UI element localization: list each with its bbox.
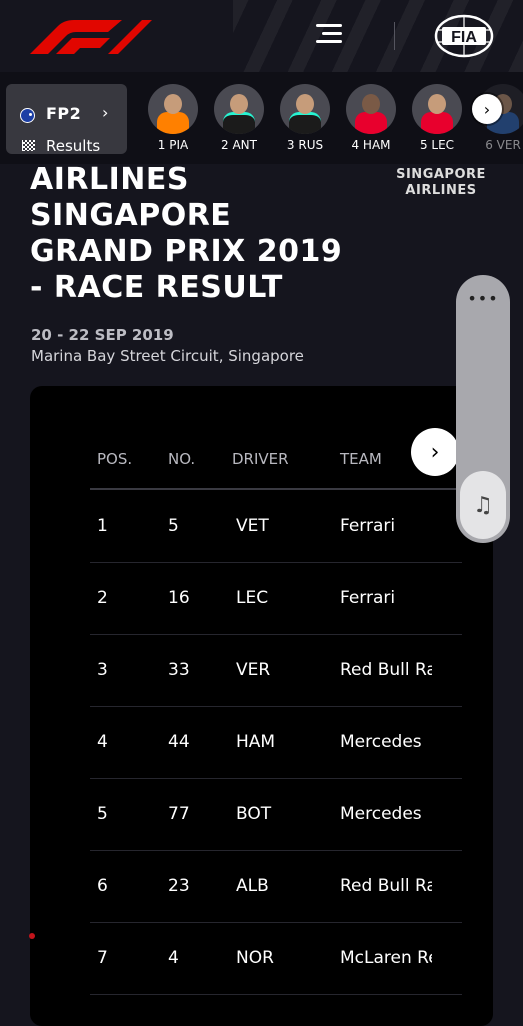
driver-avatar	[214, 84, 264, 134]
floating-toolbar[interactable]: ••• ♫	[456, 275, 510, 543]
session-selector[interactable]: FP2 › Results	[6, 84, 127, 155]
driver-standing-3[interactable]: 3 RUS	[279, 84, 331, 152]
table-row[interactable]: 5 77 BOT Mercedes	[90, 778, 462, 851]
cell-pos: 7	[97, 948, 108, 968]
fia-logo-text: FIA	[451, 29, 477, 46]
cell-pos: 3	[97, 660, 108, 680]
cell-driver: BOT	[236, 804, 272, 824]
cell-pos: 2	[97, 588, 108, 608]
driver-label: 1 PIA	[157, 138, 189, 152]
cell-no: 44	[168, 732, 190, 752]
cell-pos: 6	[97, 876, 108, 896]
cell-team: Red Bull Racing	[340, 876, 432, 896]
sponsor-logo: SINGAPORE AIRLINES	[388, 167, 494, 199]
driver-avatar	[280, 84, 330, 134]
driver-label: 6 VER	[485, 138, 521, 152]
driver-label: 5 LEC	[419, 138, 455, 152]
title-line: SINGAPORE	[30, 198, 232, 233]
driver-label: 4 HAM	[351, 138, 391, 152]
table-header: POS. NO. DRIVER TEAM	[90, 448, 462, 490]
circuit-name: Marina Bay Street Circuit, Singapore	[31, 347, 304, 365]
cell-team: Mercedes	[340, 804, 422, 824]
results-table: POS. NO. DRIVER TEAM 1 5 VET Ferrari 2 1…	[30, 386, 493, 1026]
cell-team: Mercedes	[340, 732, 422, 752]
cell-team: McLaren Renault	[340, 948, 432, 968]
header-team: TEAM	[340, 450, 382, 468]
australia-flag-icon	[20, 108, 35, 123]
cell-no: 16	[168, 588, 190, 608]
driver-avatar	[412, 84, 462, 134]
chequered-flag-icon	[22, 140, 35, 151]
driver-standing-4[interactable]: 4 HAM	[345, 84, 397, 152]
driver-standing-1[interactable]: 1 PIA	[147, 84, 199, 152]
event-dates: 20 - 22 SEP 2019	[31, 326, 174, 344]
cell-driver: VER	[236, 660, 271, 680]
table-row[interactable]: 2 16 LEC Ferrari	[90, 562, 462, 635]
table-row[interactable]: 1 5 VET Ferrari	[90, 490, 462, 563]
cell-team: Ferrari	[340, 588, 396, 608]
driver-standing-5[interactable]: 5 LEC	[411, 84, 463, 152]
table-scroll-right-button[interactable]: ›	[411, 428, 459, 476]
red-dot-indicator	[29, 933, 35, 939]
sponsor-line: AIRLINES	[405, 183, 477, 198]
cell-no: 4	[168, 948, 179, 968]
cell-team: Ferrari	[340, 516, 396, 536]
cell-driver: NOR	[236, 948, 274, 968]
more-options-icon[interactable]: •••	[456, 289, 510, 308]
chevron-right-icon: ›	[102, 103, 109, 122]
driver-avatar	[346, 84, 396, 134]
cell-no: 33	[168, 660, 190, 680]
driver-standing-2[interactable]: 2 ANT	[213, 84, 265, 152]
chevron-right-icon[interactable]: ›	[472, 94, 502, 124]
header-no: NO.	[168, 450, 196, 468]
cell-driver: ALB	[236, 876, 269, 896]
results-link[interactable]: Results	[46, 137, 100, 155]
cell-no: 23	[168, 876, 190, 896]
cell-pos: 5	[97, 804, 108, 824]
table-row[interactable]: 6 23 ALB Red Bull Racing	[90, 850, 462, 923]
cell-no: 77	[168, 804, 190, 824]
cell-team: Red Bull Racing	[340, 660, 432, 680]
header-divider	[394, 22, 395, 50]
audio-icon[interactable]: ♫	[460, 471, 506, 539]
f1-logo[interactable]	[30, 18, 152, 54]
driver-avatar	[148, 84, 198, 134]
title-line: AIRLINES	[30, 162, 189, 197]
top-bar: FIA	[0, 0, 523, 72]
table-row[interactable]: 4 44 HAM Mercedes	[90, 706, 462, 779]
cell-pos: 4	[97, 732, 108, 752]
menu-icon[interactable]	[316, 24, 342, 48]
cell-no: 5	[168, 516, 179, 536]
cell-driver: VET	[236, 516, 269, 536]
header-driver: DRIVER	[232, 450, 289, 468]
driver-label: 3 RUS	[286, 138, 324, 152]
cell-pos: 1	[97, 516, 108, 536]
cell-driver: LEC	[236, 588, 269, 608]
header-pos: POS.	[97, 450, 133, 468]
page-title: AIRLINES SINGAPORE GRAND PRIX 2019 - RAC…	[30, 162, 390, 306]
fia-logo[interactable]: FIA	[434, 14, 494, 58]
session-name: FP2	[46, 104, 82, 123]
table-row[interactable]: 3 33 VER Red Bull Racing	[90, 634, 462, 707]
session-bar: FP2 › Results 1 PIA 2 ANT 3 RUS 4 HAM 5 …	[0, 72, 523, 164]
title-line: GRAND PRIX 2019	[30, 234, 343, 269]
table-row[interactable]: 7 4 NOR McLaren Renault	[90, 922, 462, 995]
cell-driver: HAM	[236, 732, 276, 752]
title-line: - RACE RESULT	[30, 270, 283, 305]
sponsor-line: SINGAPORE	[396, 167, 486, 182]
driver-label: 2 ANT	[221, 138, 257, 152]
